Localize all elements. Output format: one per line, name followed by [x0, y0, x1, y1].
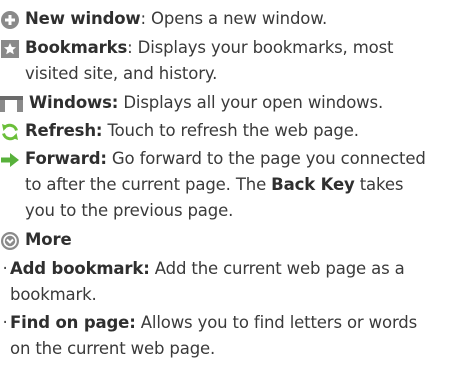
bullet-marker: ·: [2, 259, 8, 278]
new-window-description: Opens a new window.: [151, 9, 328, 28]
windows-description: Displays all your open windows.: [123, 93, 384, 112]
find-on-page-description-line2: on the current web page.: [10, 339, 216, 358]
bullet-marker: ·: [2, 313, 8, 332]
windows-label: Windows:: [29, 93, 119, 112]
bookmarks-icon: [0, 39, 20, 59]
windows-icon: [0, 94, 23, 114]
new-window-label: New window: [25, 9, 141, 28]
forward-icon: [0, 150, 20, 170]
back-key-label: Back Key: [271, 175, 355, 194]
add-bookmark-description-line2: bookmark.: [10, 285, 97, 304]
refresh-label: Refresh:: [25, 121, 103, 140]
forward-description-line3: you to the previous page.: [25, 201, 234, 220]
more-icon: [0, 231, 20, 251]
new-window-icon: [0, 10, 20, 30]
forward-label: Forward:: [25, 149, 107, 168]
find-on-page-description-line1: Allows you to find letters or words: [135, 313, 418, 332]
add-bookmark-description-line1: Add the current web page as a: [149, 259, 405, 278]
add-bookmark-label: Add bookmark:: [10, 259, 150, 278]
find-on-page-label: Find on page:: [10, 313, 136, 332]
refresh-icon: [0, 122, 20, 142]
bookmarks-label: Bookmarks: [25, 38, 128, 57]
forward-description-line2: to after the current page. The: [25, 175, 272, 194]
bookmarks-description-line1: Displays your bookmarks, most: [137, 38, 394, 57]
bookmarks-description-line2: visited site, and history.: [25, 64, 218, 83]
forward-description-line1: Go forward to the page you connected: [111, 149, 426, 168]
help-page: New window: Opens a new window. Bookmark…: [0, 0, 471, 386]
refresh-description: Touch to refresh the web page.: [107, 121, 359, 140]
more-label: More: [25, 230, 72, 249]
